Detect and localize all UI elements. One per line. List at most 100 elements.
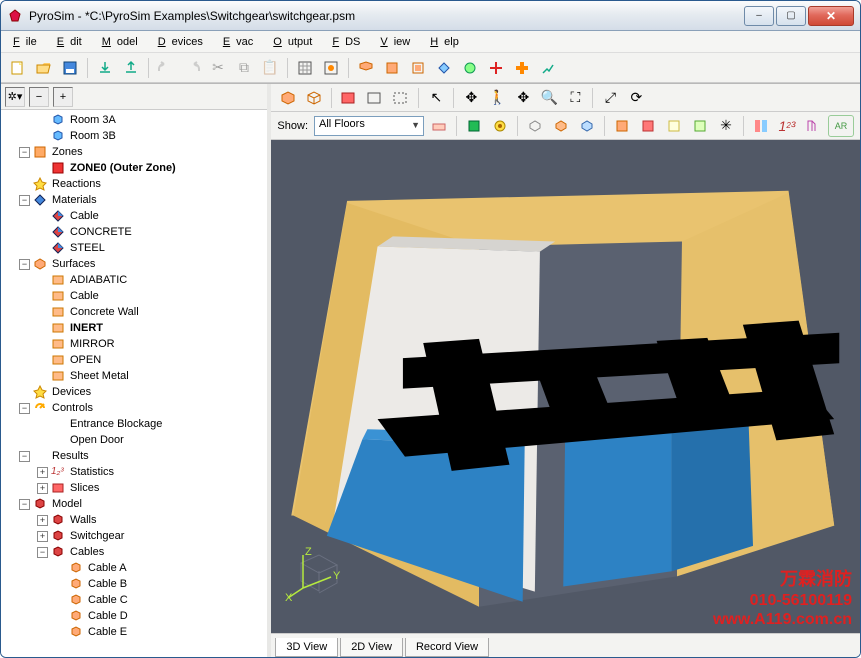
import-icon[interactable]	[94, 57, 116, 79]
tree-item[interactable]: Cable B	[1, 576, 267, 592]
tree-item[interactable]: −Model	[1, 496, 267, 512]
menu-view[interactable]: View	[374, 34, 422, 50]
expand-toggle-icon[interactable]: −	[19, 147, 30, 158]
tree-item[interactable]: MIRROR	[1, 336, 267, 352]
expand-toggle-icon[interactable]: +	[37, 467, 48, 478]
paste-icon[interactable]: 📋	[259, 57, 281, 79]
vis-i-icon[interactable]	[689, 115, 711, 137]
expand-toggle-icon[interactable]: +	[37, 515, 48, 526]
tree-item[interactable]: −Surfaces	[1, 256, 267, 272]
tree-item[interactable]: Reactions	[1, 176, 267, 192]
tree-item[interactable]: ZONE0 (Outer Zone)	[1, 160, 267, 176]
tab-record-view[interactable]: Record View	[405, 638, 489, 657]
mesh-boundary-icon[interactable]	[320, 57, 342, 79]
tree-item[interactable]: Cable	[1, 208, 267, 224]
tree-item[interactable]: OPEN	[1, 352, 267, 368]
tree-item[interactable]: −Controls	[1, 400, 267, 416]
cut-icon[interactable]: ✂	[207, 57, 229, 79]
minimize-button[interactable]: –	[744, 6, 774, 26]
tree-item[interactable]: −Materials	[1, 192, 267, 208]
wireframe-icon[interactable]	[303, 87, 325, 109]
copy-icon[interactable]: ⧉	[233, 57, 255, 79]
tool-e-icon[interactable]	[459, 57, 481, 79]
undo-icon[interactable]	[155, 57, 177, 79]
walk-icon[interactable]: 🚶	[486, 87, 508, 109]
tool-f-icon[interactable]	[485, 57, 507, 79]
vis-l-icon[interactable]: 12³	[776, 115, 798, 137]
tree-item[interactable]: CONCRETE	[1, 224, 267, 240]
tool-h-icon[interactable]	[537, 57, 559, 79]
save-icon[interactable]	[59, 57, 81, 79]
tree-item[interactable]: ADIABATIC	[1, 272, 267, 288]
vis-h-icon[interactable]	[663, 115, 685, 137]
vis-k-icon[interactable]	[750, 115, 772, 137]
tree-item[interactable]: Cable A	[1, 560, 267, 576]
tree-item[interactable]: Cable D	[1, 608, 267, 624]
menu-fds[interactable]: FDS	[326, 34, 372, 50]
maximize-button[interactable]: ▢	[776, 6, 806, 26]
tree-item[interactable]: Concrete Wall	[1, 304, 267, 320]
menu-file[interactable]: File	[7, 34, 49, 50]
tree-item[interactable]: +Walls	[1, 512, 267, 528]
menu-devices[interactable]: Devices	[152, 34, 215, 50]
open-icon[interactable]	[33, 57, 55, 79]
vis-g-icon[interactable]	[637, 115, 659, 137]
expand-toggle-icon[interactable]: −	[19, 195, 30, 206]
reset-icon[interactable]: ⟳	[625, 87, 647, 109]
redo-icon[interactable]	[181, 57, 203, 79]
orbit-icon[interactable]: ✥	[460, 87, 482, 109]
vis-c-icon[interactable]	[524, 115, 546, 137]
tool-g-icon[interactable]	[511, 57, 533, 79]
pan-icon[interactable]: ✥	[512, 87, 534, 109]
tree-item[interactable]: Entrance Blockage	[1, 416, 267, 432]
vis-f-icon[interactable]	[611, 115, 633, 137]
tool-a-icon[interactable]	[355, 57, 377, 79]
expand-toggle-icon[interactable]: −	[19, 259, 30, 270]
fit-icon[interactable]: ⤢	[599, 87, 621, 109]
mesh-icon[interactable]	[294, 57, 316, 79]
tree-item[interactable]: +Slices	[1, 480, 267, 496]
tree-item[interactable]: Room 3A	[1, 112, 267, 128]
expand-toggle-icon[interactable]: +	[37, 483, 48, 494]
menu-model[interactable]: Model	[96, 34, 150, 50]
vis-j-icon[interactable]: ✳	[715, 115, 737, 137]
menu-evac[interactable]: Evac	[217, 34, 265, 50]
tool-c-icon[interactable]	[407, 57, 429, 79]
expand-toggle-icon[interactable]: −	[19, 499, 30, 510]
menu-help[interactable]: Help	[424, 34, 471, 50]
menu-edit[interactable]: Edit	[51, 34, 94, 50]
perspective-icon[interactable]	[277, 87, 299, 109]
tree-item[interactable]: Cable	[1, 288, 267, 304]
tree-item[interactable]: INERT	[1, 320, 267, 336]
navigator-tree[interactable]: Room 3ARoom 3B−ZonesZONE0 (Outer Zone)Re…	[1, 110, 267, 657]
zoombox-icon[interactable]: ⛶	[564, 87, 586, 109]
expand-toggle-icon[interactable]: +	[37, 531, 48, 542]
new-icon[interactable]	[7, 57, 29, 79]
tree-item[interactable]: −Results	[1, 448, 267, 464]
nav-settings-icon[interactable]: ✲▾	[5, 87, 25, 107]
export-icon[interactable]	[120, 57, 142, 79]
tree-item[interactable]: Cable C	[1, 592, 267, 608]
tree-item[interactable]: Sheet Metal	[1, 368, 267, 384]
titlebar[interactable]: PyroSim - *C:\PyroSim Examples\Switchgea…	[1, 1, 860, 31]
tree-item[interactable]: STEEL	[1, 240, 267, 256]
tree-item[interactable]: Devices	[1, 384, 267, 400]
tree-item[interactable]: +Switchgear	[1, 528, 267, 544]
expand-toggle-icon[interactable]: −	[37, 547, 48, 558]
select-icon[interactable]: ↖	[425, 87, 447, 109]
solid-icon[interactable]	[338, 87, 360, 109]
tool-b-icon[interactable]	[381, 57, 403, 79]
vis-ar-icon[interactable]: AR	[828, 115, 854, 137]
zoom-icon[interactable]: 🔍	[538, 87, 560, 109]
expand-toggle-icon[interactable]: −	[19, 403, 30, 414]
vis-e-icon[interactable]	[576, 115, 598, 137]
vis-d-icon[interactable]	[550, 115, 572, 137]
close-button[interactable]: ✕	[808, 6, 854, 26]
hidden-icon[interactable]	[390, 87, 412, 109]
tree-item[interactable]: −Zones	[1, 144, 267, 160]
tree-item[interactable]: Room 3B	[1, 128, 267, 144]
vis-b-icon[interactable]	[489, 115, 511, 137]
tool-d-icon[interactable]	[433, 57, 455, 79]
nav-expand-icon[interactable]: +	[53, 87, 73, 107]
outline-icon[interactable]	[364, 87, 386, 109]
